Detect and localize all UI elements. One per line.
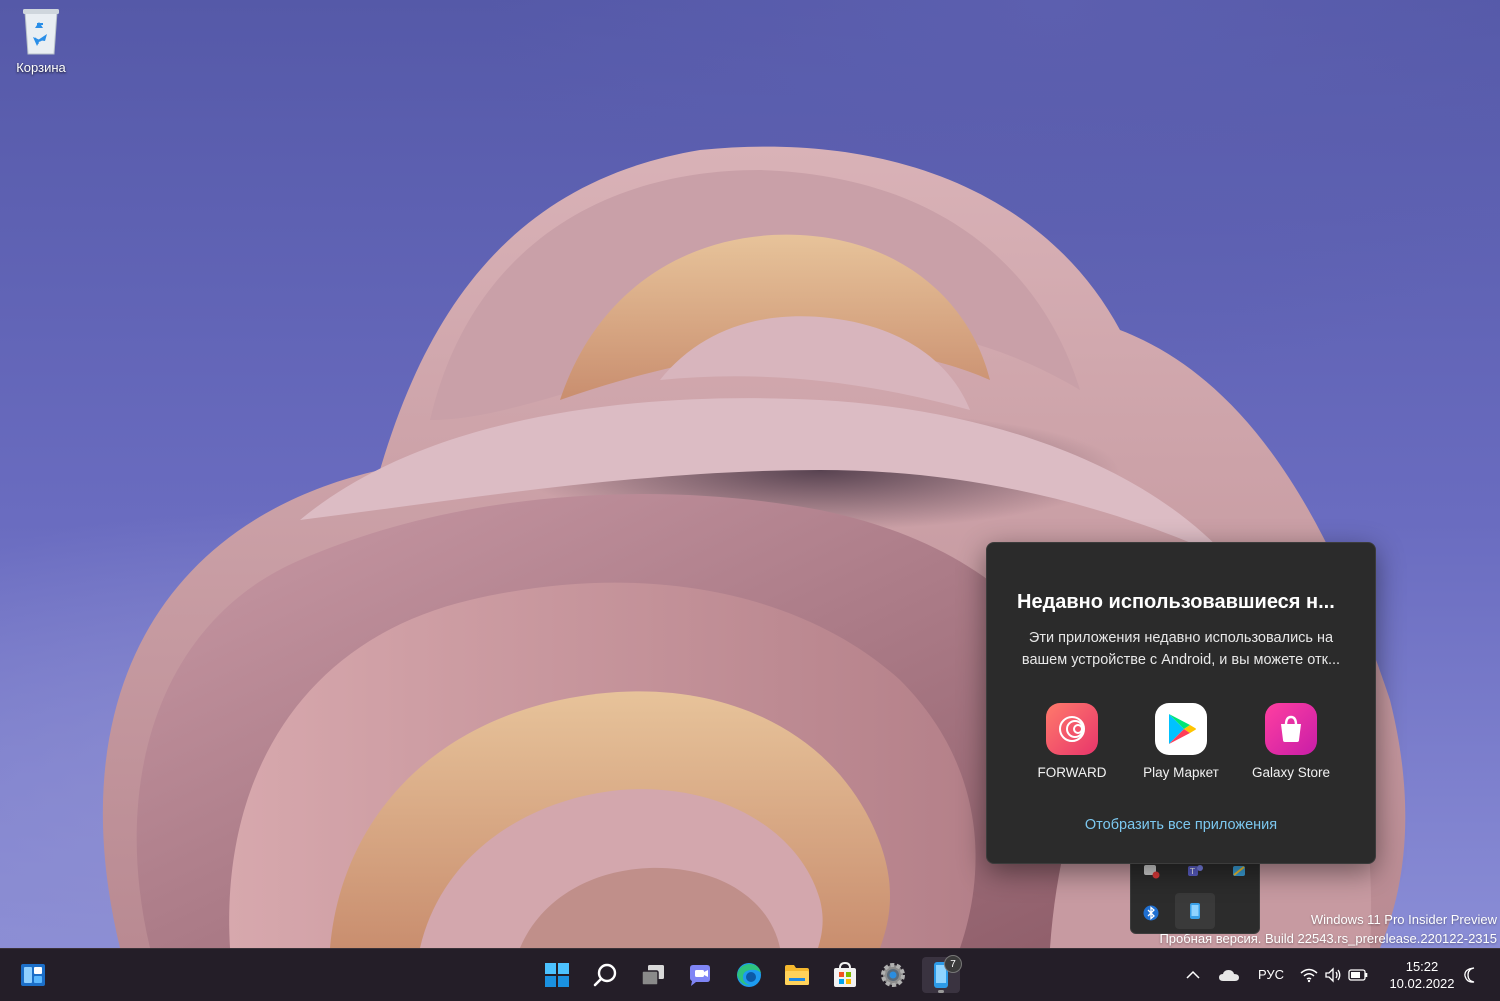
clock-date: 10.02.2022 xyxy=(1389,976,1455,991)
galaxy-store-icon xyxy=(1265,703,1317,755)
focus-assist-button[interactable] xyxy=(1458,957,1486,993)
widgets-icon xyxy=(21,964,45,986)
volume-icon xyxy=(1325,967,1341,983)
phone-link-tray-icon[interactable] xyxy=(1175,893,1215,929)
search-button[interactable] xyxy=(586,957,624,993)
running-indicator xyxy=(938,990,944,993)
input-language[interactable]: РУС xyxy=(1258,967,1284,982)
popup-title: Недавно использовавшиеся н... xyxy=(1017,591,1335,613)
svg-text:T: T xyxy=(1189,867,1195,876)
chevron-up-icon xyxy=(1186,970,1200,979)
bluetooth-icon[interactable] xyxy=(1137,899,1165,927)
settings-button[interactable] xyxy=(874,957,912,993)
popup-description-line: Эти приложения недавно использовались на xyxy=(1028,630,1334,646)
desktop-icon-recycle-bin[interactable]: Корзина xyxy=(8,4,74,80)
moon-icon xyxy=(1464,967,1475,983)
recent-app-label: FORWARD xyxy=(1037,765,1107,780)
recycle-bin-icon xyxy=(23,9,59,55)
recent-app-label: Play Маркет xyxy=(1143,765,1219,780)
file-explorer-icon xyxy=(785,965,809,985)
show-hidden-icons-button[interactable] xyxy=(1178,957,1208,993)
cloud-icon xyxy=(1219,970,1239,981)
tray-overflow-flyout: T xyxy=(1130,852,1260,934)
settings-icon xyxy=(881,963,905,987)
play-store-icon xyxy=(1155,703,1207,755)
task-view-button[interactable] xyxy=(634,957,672,993)
search-icon xyxy=(593,963,617,987)
chat-icon xyxy=(690,965,710,986)
store-icon xyxy=(834,961,856,987)
recent-app-play-market[interactable]: Play Маркет xyxy=(1131,703,1231,780)
desktop-icon-label: Корзина xyxy=(16,60,66,75)
task-view-icon xyxy=(641,965,664,986)
clock-time: 15:22 xyxy=(1405,959,1439,974)
recent-app-label: Galaxy Store xyxy=(1251,765,1331,780)
onedrive-button[interactable] xyxy=(1212,957,1246,993)
popup-description: Эти приложения недавно использовались на… xyxy=(987,627,1375,671)
popup-description-line: вашем устройстве с Android, и вы можете … xyxy=(1021,652,1341,668)
quick-settings-button[interactable] xyxy=(1294,957,1374,993)
edge-icon xyxy=(737,963,761,987)
file-explorer-button[interactable] xyxy=(778,957,816,993)
widgets-button[interactable] xyxy=(14,957,52,993)
start-button[interactable] xyxy=(538,957,576,993)
recent-android-apps-popup: Недавно использовавшиеся н... Эти прилож… xyxy=(986,542,1376,864)
chat-button[interactable] xyxy=(682,957,720,993)
edge-button[interactable] xyxy=(730,957,768,993)
recent-apps-list: FORWARD Play Маркет Galaxy Store xyxy=(987,703,1375,783)
phone-link-button[interactable]: 7 xyxy=(922,955,962,993)
start-icon xyxy=(545,963,569,987)
taskbar: 7 РУС 15:22 10.02.2022 xyxy=(0,948,1500,1001)
recent-app-forward[interactable]: FORWARD xyxy=(1022,703,1122,780)
wifi-icon xyxy=(1300,968,1318,983)
battery-icon xyxy=(1348,969,1368,981)
clock[interactable]: 15:22 10.02.2022 xyxy=(1382,958,1462,992)
notification-badge: 7 xyxy=(944,955,962,973)
forward-app-icon xyxy=(1046,703,1098,755)
store-button[interactable] xyxy=(826,957,864,993)
show-all-apps-link[interactable]: Отобразить все приложения xyxy=(987,817,1375,833)
recent-app-galaxy-store[interactable]: Galaxy Store xyxy=(1241,703,1341,780)
